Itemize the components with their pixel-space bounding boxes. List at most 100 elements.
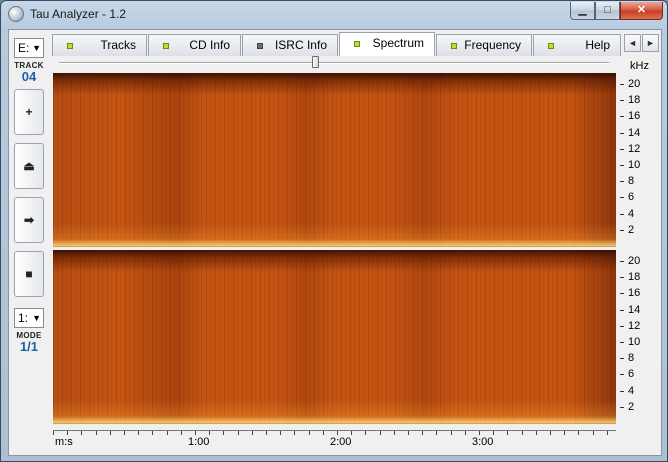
tab-scroll-left-button[interactable]: ◄ — [624, 34, 641, 52]
status-led-icon — [257, 43, 263, 49]
time-tick — [337, 431, 338, 435]
tab-label: Help — [585, 38, 610, 52]
client-area: E: ▼ TRACK 04 + ⏏ ➡ ■ 1: ▼ MODE 1/1 Trac… — [8, 29, 662, 456]
stop-icon: ■ — [25, 267, 33, 281]
drive-select[interactable]: E: ▼ — [14, 38, 44, 58]
maximize-button[interactable]: □ — [595, 2, 620, 20]
window-title: Tau Analyzer - 1.2 — [30, 7, 127, 21]
time-tick — [195, 431, 196, 435]
mode-select[interactable]: 1: ▼ — [14, 308, 44, 328]
time-tick — [365, 431, 366, 435]
frequency-tick — [620, 181, 624, 183]
frequency-tick — [620, 116, 624, 118]
title-bar[interactable]: Tau Analyzer - 1.2 ▁ □ ✕ — [1, 1, 667, 29]
frequency-tick-label: 14 — [628, 126, 641, 139]
status-led-icon — [548, 43, 554, 49]
frequency-tick-label: 4 — [628, 207, 635, 220]
tab-scroll-right-button[interactable]: ► — [642, 34, 659, 52]
track-number: 04 — [21, 69, 37, 84]
time-tick — [550, 431, 551, 435]
frequency-tick-label: 2 — [628, 223, 635, 236]
frequency-tick-label: 12 — [628, 319, 641, 332]
stop-button[interactable]: ■ — [14, 251, 44, 297]
spectrogram-right-channel — [53, 250, 616, 425]
tab-frequency[interactable]: Frequency — [436, 34, 532, 56]
frequency-tick-label: 18 — [628, 271, 641, 284]
close-button[interactable]: ✕ — [620, 2, 663, 20]
time-tick — [465, 431, 466, 435]
app-window: Tau Analyzer - 1.2 ▁ □ ✕ E: ▼ TRACK 04 +… — [0, 0, 668, 462]
time-tick — [593, 431, 594, 435]
frequency-tick-label: 8 — [628, 175, 635, 188]
frequency-tick — [620, 213, 624, 215]
tab-label: Frequency — [464, 38, 521, 52]
frequency-tick — [620, 165, 624, 166]
frequency-tick — [620, 309, 624, 311]
spectrogram-left-channel — [53, 73, 616, 248]
time-tick — [436, 431, 437, 435]
time-tick — [607, 431, 608, 435]
chevron-down-icon: ▼ — [32, 313, 41, 323]
position-slider-track[interactable] — [59, 62, 609, 64]
plus-button[interactable]: + — [14, 89, 44, 135]
tab-bar: Tracks CD Info ISRC Info Spectrum Freque… — [52, 32, 661, 56]
frequency-tick — [620, 132, 624, 134]
time-tick — [522, 431, 523, 435]
time-tick — [167, 431, 168, 435]
frequency-tick — [620, 374, 624, 376]
frequency-tick — [620, 390, 624, 392]
frequency-tick — [620, 84, 624, 85]
time-tick — [223, 431, 224, 435]
play-button[interactable]: ➡ — [14, 197, 44, 243]
frequency-tick — [620, 148, 624, 150]
arrow-right-icon: ➡ — [23, 213, 35, 227]
eject-button[interactable]: ⏏ — [14, 143, 44, 189]
time-tick — [53, 431, 54, 435]
frequency-tick — [620, 229, 624, 231]
time-tick — [323, 431, 324, 435]
tab-isrc-info[interactable]: ISRC Info — [242, 34, 338, 56]
time-tick — [81, 431, 82, 435]
time-tick — [536, 431, 537, 435]
mode-value: 1/1 — [19, 339, 39, 354]
time-tick — [110, 431, 111, 435]
time-tick — [422, 431, 423, 435]
time-tick — [351, 431, 352, 435]
frequency-tick — [620, 325, 624, 327]
time-tick — [181, 431, 182, 435]
time-tick — [152, 431, 153, 435]
time-tick — [294, 431, 295, 435]
tab-label: Spectrum — [372, 36, 424, 50]
frequency-tick-label: 18 — [628, 94, 641, 107]
time-tick — [209, 431, 210, 435]
frequency-tick-label: 6 — [628, 368, 635, 381]
time-tick-label: 2:00 — [330, 436, 352, 448]
position-slider-thumb[interactable] — [312, 56, 319, 68]
status-led-icon — [67, 43, 73, 49]
time-tick — [578, 431, 579, 435]
frequency-tick-label: 16 — [628, 287, 641, 300]
time-tick-label: 1:00 — [188, 436, 210, 448]
time-tick — [493, 431, 494, 435]
frequency-axis-top: 20 18 16 14 12 10 8 6 4 2 — [620, 73, 650, 248]
time-tick — [507, 431, 508, 435]
tab-tracks[interactable]: Tracks — [52, 34, 147, 56]
chevron-down-icon: ▼ — [32, 43, 41, 53]
minimize-button[interactable]: ▁ — [570, 2, 595, 20]
frequency-tick-label: 12 — [628, 142, 641, 155]
tab-help[interactable]: Help — [533, 34, 621, 56]
tab-cd-info[interactable]: CD Info — [148, 34, 241, 56]
tab-spectrum[interactable]: Spectrum — [339, 32, 435, 56]
frequency-tick-label: 20 — [628, 78, 641, 90]
frequency-tick-label: 10 — [628, 336, 641, 348]
frequency-tick — [620, 100, 624, 102]
frequency-tick — [620, 261, 624, 262]
time-tick — [138, 431, 139, 435]
tab-label: ISRC Info — [274, 38, 327, 52]
frequency-tick-label: 20 — [628, 255, 641, 267]
frequency-tick-label: 8 — [628, 352, 635, 365]
frequency-unit-label: kHz — [630, 60, 649, 72]
time-tick — [266, 431, 267, 435]
eject-icon: ⏏ — [23, 159, 35, 173]
status-led-icon — [354, 41, 360, 47]
